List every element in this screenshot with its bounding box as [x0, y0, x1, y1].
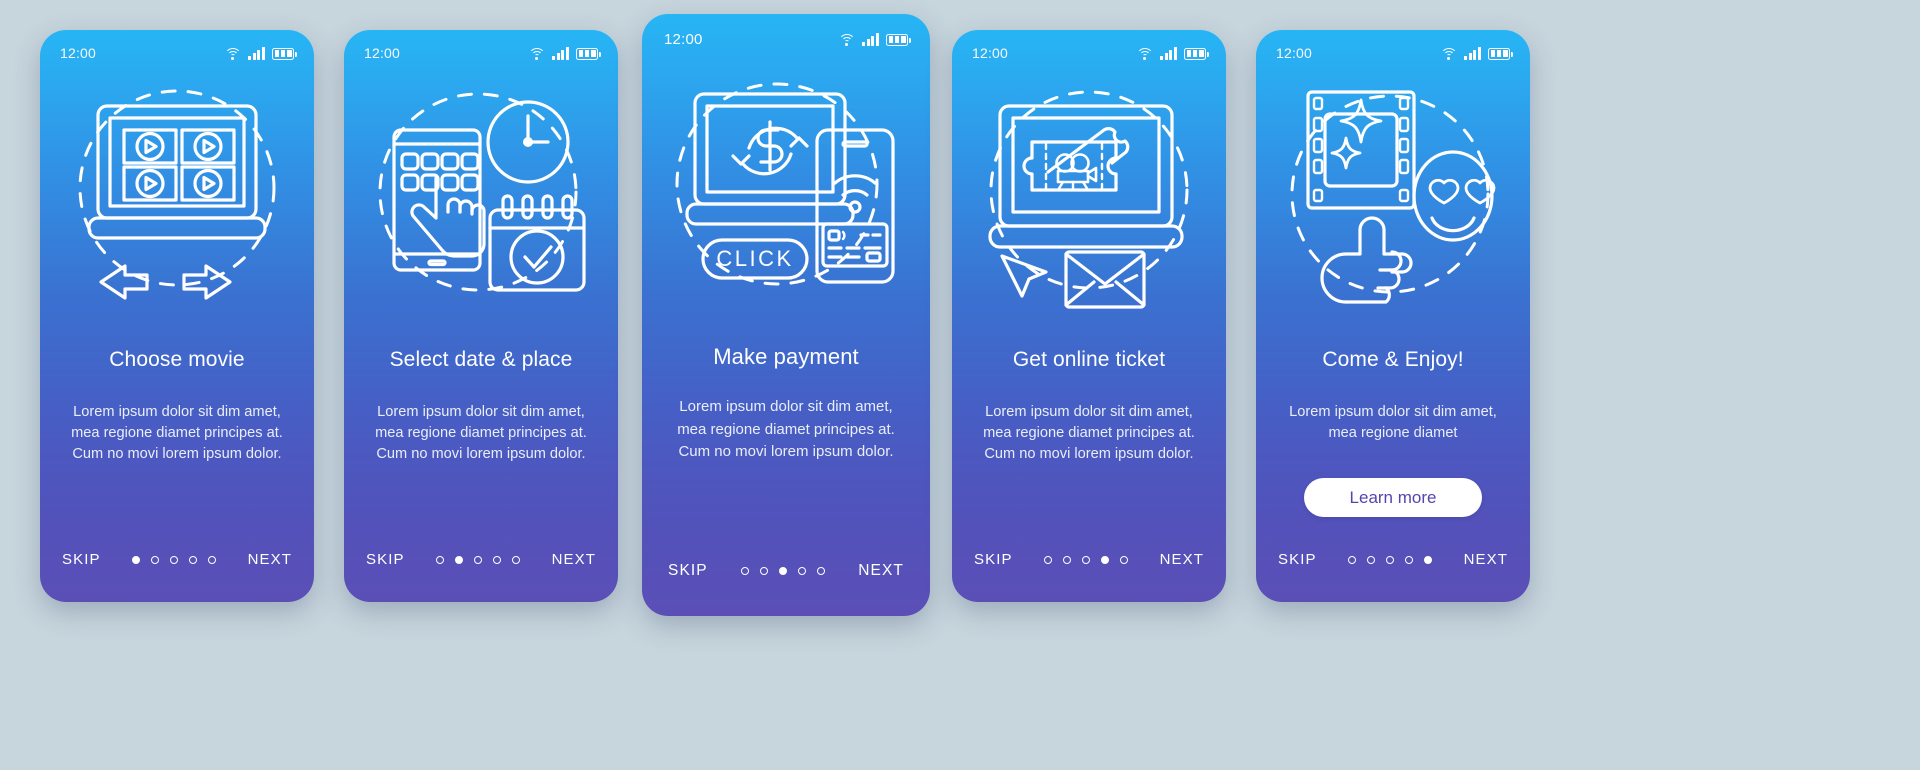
- page-indicator: [132, 555, 217, 564]
- cellular-signal-icon: [1160, 46, 1177, 60]
- page-dot-1[interactable]: [1348, 555, 1357, 564]
- page-dot-3[interactable]: [170, 555, 179, 564]
- page-dot-1[interactable]: [132, 555, 141, 564]
- status-bar-clock: 12:00: [364, 45, 401, 61]
- page-dot-1[interactable]: [740, 567, 749, 575]
- battery-icon: [1488, 47, 1513, 60]
- wifi-icon: [1136, 47, 1154, 60]
- illustration-phone-seats-clock-calendar: [344, 70, 618, 322]
- cellular-signal-icon: [1464, 46, 1481, 60]
- status-bar-icons: [838, 32, 911, 46]
- illustration-laptop-movie-grid: [40, 70, 314, 322]
- next-button[interactable]: NEXT: [552, 551, 596, 568]
- page-dot-5[interactable]: [512, 555, 521, 564]
- status-bar-clock: 12:00: [60, 45, 97, 61]
- screen-description: Lorem ipsum dolor sit dim amet, mea regi…: [983, 404, 1195, 462]
- screen-description: Lorem ipsum dolor sit dim amet, mea regi…: [375, 404, 587, 462]
- page-dot-5[interactable]: [1424, 555, 1433, 564]
- next-button[interactable]: NEXT: [858, 562, 904, 580]
- onboarding-screens-board: 12:00 Choose movie Lorem ipsum dolor sit…: [0, 0, 1920, 770]
- wifi-icon: [838, 33, 856, 46]
- status-bar-icons: [224, 46, 297, 60]
- onboarding-card-select-date-place: 12:00 Select date & place Lorem ipsum do…: [344, 30, 618, 602]
- page-dot-5[interactable]: [1120, 555, 1129, 564]
- skip-button[interactable]: SKIP: [1278, 551, 1317, 568]
- wifi-icon: [1440, 47, 1458, 60]
- onboarding-card-choose-movie: 12:00 Choose movie Lorem ipsum dolor sit…: [40, 30, 314, 602]
- skip-button[interactable]: SKIP: [974, 551, 1013, 568]
- page-indicator: [1348, 555, 1433, 564]
- screen-title: Make payment: [713, 344, 859, 369]
- next-button[interactable]: NEXT: [248, 551, 292, 568]
- status-bar-clock: 12:00: [972, 45, 1009, 61]
- page-dot-1[interactable]: [436, 555, 445, 564]
- page-indicator: [740, 567, 825, 575]
- status-bar-icons: [528, 46, 601, 60]
- card-footer: SKIP NEXT: [1278, 551, 1508, 568]
- battery-icon: [272, 47, 297, 60]
- onboarding-card-come-and-enjoy: 12:00 Come & Enjoy! Lorem ipsum dolor si…: [1256, 30, 1530, 602]
- page-dot-5[interactable]: [816, 567, 825, 575]
- page-dot-2[interactable]: [1367, 555, 1376, 564]
- status-bar-clock: 12:00: [1276, 45, 1313, 61]
- page-dot-2[interactable]: [759, 567, 768, 575]
- screen-description: Lorem ipsum dolor sit dim amet, mea regi…: [677, 398, 895, 460]
- skip-button[interactable]: SKIP: [366, 551, 405, 568]
- onboarding-card-get-online-ticket: 12:00 Get online ticket Lorem ipsum dolo…: [952, 30, 1226, 602]
- screen-title: Choose movie: [109, 348, 245, 371]
- card-footer: SKIP NEXT: [366, 551, 596, 568]
- page-indicator: [436, 555, 521, 564]
- card-footer: SKIP NEXT: [974, 551, 1204, 568]
- card-footer: SKIP NEXT: [668, 562, 904, 580]
- screen-description: Lorem ipsum dolor sit dim amet, mea regi…: [1289, 404, 1497, 441]
- screen-title: Select date & place: [389, 348, 573, 371]
- cellular-signal-icon: [862, 32, 879, 46]
- svg-text:CLICK: CLICK: [716, 246, 793, 271]
- status-bar-clock: 12:00: [664, 30, 703, 48]
- skip-button[interactable]: SKIP: [668, 562, 708, 580]
- cellular-signal-icon: [248, 46, 265, 60]
- status-bar-icons: [1136, 46, 1209, 60]
- illustration-filmstrip-smiley-thumbsup: [1256, 70, 1530, 322]
- page-dot-4[interactable]: [189, 555, 198, 564]
- page-dot-4[interactable]: [1101, 555, 1110, 564]
- battery-icon: [886, 33, 911, 46]
- status-bar-icons: [1440, 46, 1513, 60]
- page-dot-3[interactable]: [1082, 555, 1091, 564]
- wifi-icon: [224, 47, 242, 60]
- page-indicator: [1044, 555, 1129, 564]
- cellular-signal-icon: [552, 46, 569, 60]
- next-button[interactable]: NEXT: [1464, 551, 1508, 568]
- onboarding-card-make-payment: 12:00 CLICK Make payment Lorem ipsum dol…: [642, 14, 930, 616]
- page-dot-2[interactable]: [151, 555, 160, 564]
- page-dot-1[interactable]: [1044, 555, 1053, 564]
- page-dot-3[interactable]: [474, 555, 483, 564]
- battery-icon: [1184, 47, 1209, 60]
- status-bar: 12:00: [642, 14, 930, 64]
- learn-more-button[interactable]: Learn more: [1304, 478, 1482, 517]
- wifi-icon: [528, 47, 546, 60]
- card-footer: SKIP NEXT: [62, 551, 292, 568]
- page-dot-2[interactable]: [1063, 555, 1072, 564]
- page-dot-4[interactable]: [797, 567, 806, 575]
- page-dot-4[interactable]: [493, 555, 502, 564]
- page-dot-2[interactable]: [455, 555, 464, 564]
- illustration-laptop-dollar-phone-card-click: CLICK: [642, 60, 930, 328]
- screen-description: Lorem ipsum dolor sit dim amet, mea regi…: [71, 404, 283, 462]
- next-button[interactable]: NEXT: [1160, 551, 1204, 568]
- illustration-laptop-tickets-cursor-envelope: [952, 70, 1226, 322]
- page-dot-3[interactable]: [1386, 555, 1395, 564]
- screen-title: Come & Enjoy!: [1322, 348, 1464, 371]
- skip-button[interactable]: SKIP: [62, 551, 101, 568]
- screen-title: Get online ticket: [1012, 348, 1166, 371]
- page-dot-3[interactable]: [778, 567, 787, 575]
- page-dot-4[interactable]: [1405, 555, 1414, 564]
- page-dot-5[interactable]: [208, 555, 217, 564]
- battery-icon: [576, 47, 601, 60]
